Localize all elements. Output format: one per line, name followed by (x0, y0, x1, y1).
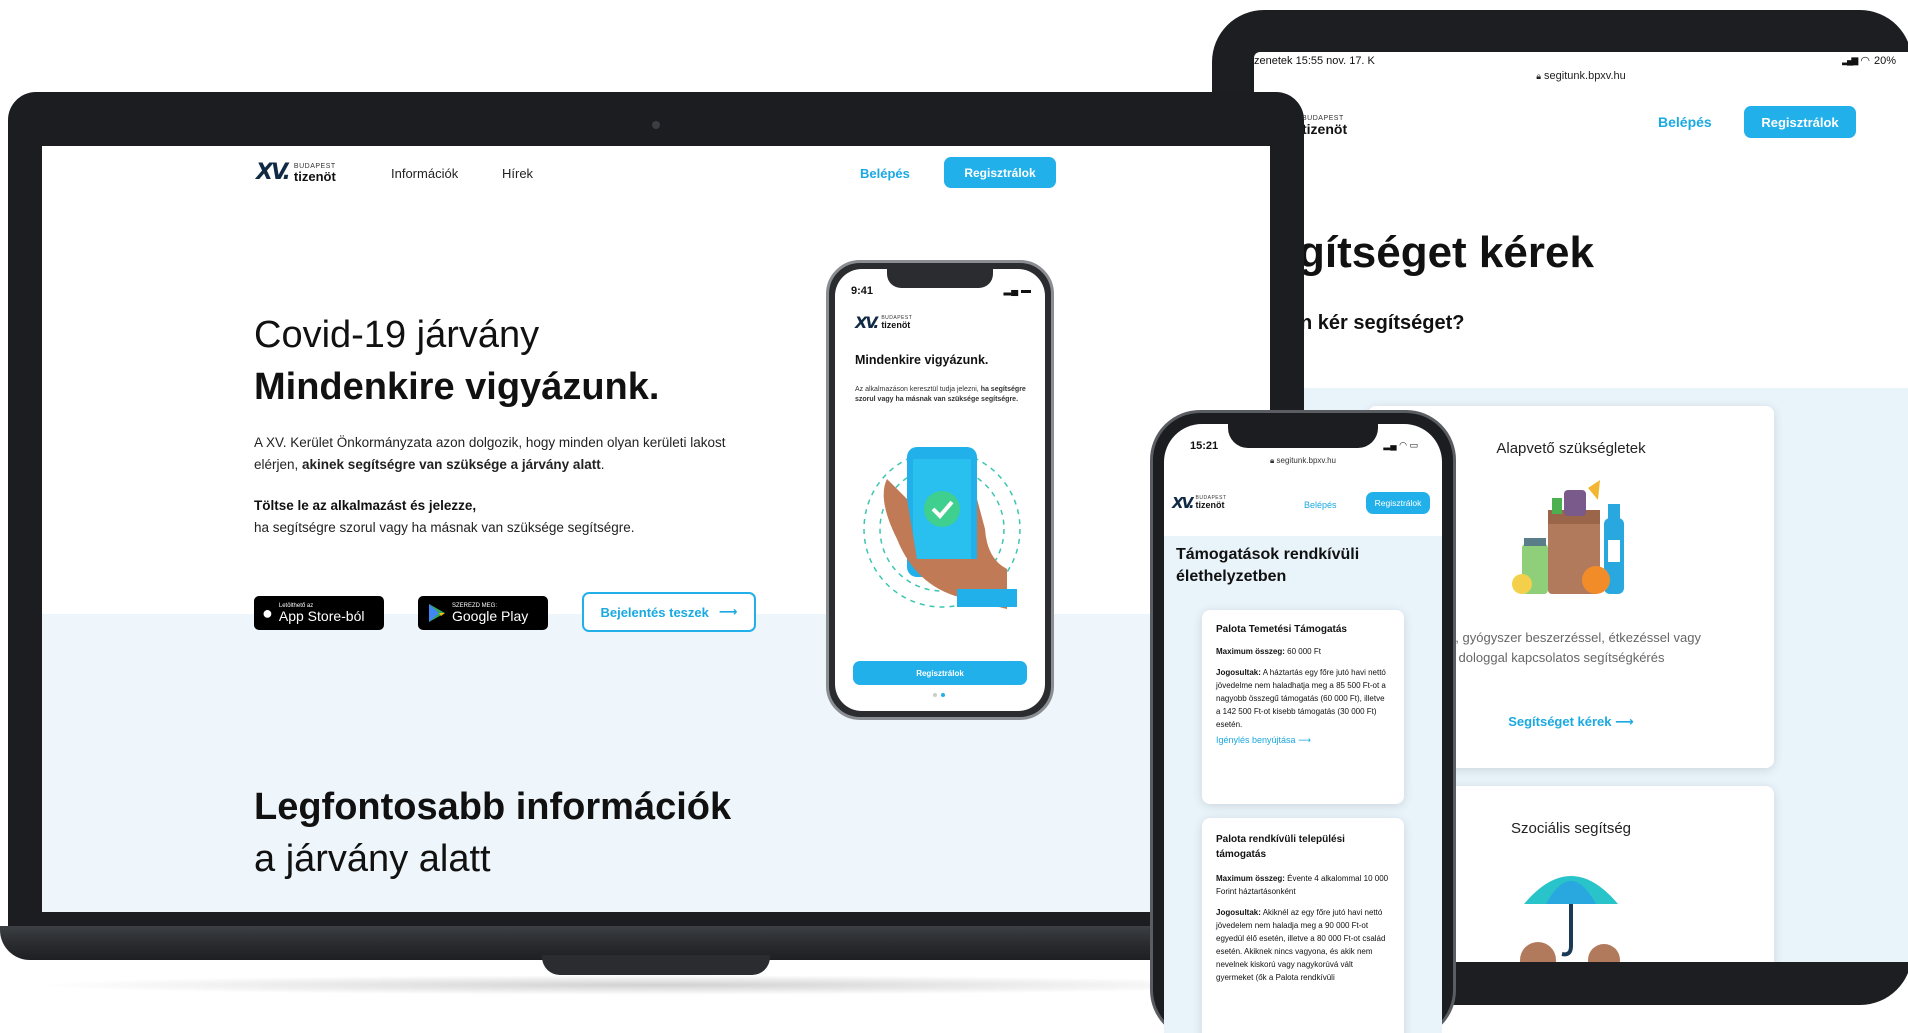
card-title: Palota Temetési Támogatás (1216, 624, 1347, 635)
phone-register-button[interactable]: Regisztrálok (853, 661, 1027, 685)
login-link[interactable]: Belépés (860, 166, 910, 181)
laptop-screen: XV. BUDAPEST tizenöt Információk Hírek B… (42, 146, 1270, 912)
hero-cta-text: ha segítségre szorul vagy ha másnak van … (254, 520, 635, 535)
phone-url-bar[interactable]: 🔒︎ segitunk.bpxv.hu (1164, 456, 1442, 466)
support-card-extraordinary[interactable]: Palota rendkívüli települési támogatás M… (1202, 818, 1404, 1033)
laptop-shadow (30, 975, 1280, 995)
battery-icon: ▂▄ ◠ ▭ (1383, 440, 1418, 450)
apple-icon: ● (262, 602, 273, 623)
phone-logo[interactable]: XV. BUDAPEST tizenöt (1172, 494, 1227, 512)
phone-large-notch (1228, 422, 1378, 448)
phone-time: 15:21 (1190, 440, 1219, 452)
app-store-button[interactable]: ● Letölthető az App Store-ból (254, 596, 384, 630)
battery-icon: ▂▄ ▬ (1003, 285, 1031, 296)
signal-icon: ▂▄▆ (1842, 55, 1858, 65)
info-section-subtitle: a járvány alatt (254, 838, 491, 880)
submit-claim-link[interactable]: Igénylés benyújtása ⟶ (1216, 735, 1390, 746)
support-card-funeral[interactable]: Palota Temetési Támogatás Maximum összeg… (1202, 610, 1404, 804)
laptop-hinge (542, 955, 770, 975)
info-section-title: Legfontosabb információk (254, 786, 732, 828)
laptop-logo[interactable]: XV. BUDAPEST tizenöt (256, 160, 336, 185)
arrow-right-icon: ⟶ (1298, 735, 1311, 745)
battery-level: 20% (1873, 54, 1896, 67)
nav-item-news[interactable]: Hírek (502, 166, 533, 181)
wifi-icon: ◠ (1860, 55, 1870, 67)
register-button[interactable]: Regisztrálok (944, 157, 1056, 188)
google-play-icon (429, 604, 445, 622)
phone-time: 9:41 (851, 285, 874, 297)
logo-mark: XV. (256, 160, 291, 185)
phone-large-screen: 15:21 ▂▄ ◠ ▭ 🔒︎ segitunk.bpxv.hu XV. BUD… (1164, 424, 1442, 1033)
phone-register-button[interactable]: Regisztrálok (1366, 492, 1430, 514)
phone-heading: Mindenkire vigyázunk. (855, 353, 989, 367)
tablet-status-left: zenetek 15:55 nov. 17. K (1254, 55, 1375, 67)
lock-icon: 🔒︎ (1270, 456, 1275, 465)
phone-logo: XV. BUDAPEST tizenöt (855, 313, 913, 332)
phone-login-link[interactable]: Belépés (1304, 500, 1337, 510)
hand-phone-check-icon (863, 447, 1021, 609)
umbrella-icon (1520, 876, 1620, 962)
phone-small-screen: 9:41 ▂▄ ▬ XV. BUDAPEST tizenöt Mindenkire… (835, 269, 1045, 711)
phone-heading: Támogatások rendkívüli élethelyzetben (1176, 546, 1360, 585)
hero-cta-bold: Töltse le az alkalmazást és jelezze, (254, 498, 477, 513)
hero-title-light: Covid-19 járvány (254, 314, 540, 356)
arrow-right-icon: ⟶ (718, 604, 738, 619)
report-button[interactable]: Bejelentés teszek ⟶ (582, 592, 756, 632)
arrow-right-icon: ⟶ (1615, 714, 1634, 729)
pagination-dots (933, 693, 945, 697)
tablet-register-button[interactable]: Regisztrálok (1744, 106, 1856, 138)
tablet-url-bar[interactable]: 🔒︎ segitunk.bpxv.hu (1254, 70, 1908, 82)
hero-title-bold: Mindenkire vigyázunk. (254, 366, 660, 408)
tablet-url: segitunk.bpxv.hu (1544, 70, 1626, 82)
phone-small-notch (887, 268, 993, 288)
tablet-subheading: n kér segítséget? (1300, 312, 1465, 334)
tablet-heading: gítséget kérek (1298, 228, 1594, 277)
nav-item-information[interactable]: Információk (391, 166, 458, 181)
laptop-band (42, 614, 1270, 912)
grocery-bag-icon (1512, 480, 1624, 594)
tablet-logo[interactable]: XV. BUDAPEST tizenöt (1258, 110, 1347, 140)
hero-paragraph: A XV. Kerület Önkormányzata azon dolgozi… (254, 435, 726, 472)
lock-icon: 🔒︎ (1536, 71, 1541, 81)
webcam-icon (652, 121, 660, 129)
google-play-button[interactable]: SZEREZD MEG: Google Play (418, 596, 548, 630)
phone-text: Az alkalmazáson keresztül tudja jelezni,… (855, 386, 1026, 403)
tablet-login-link[interactable]: Belépés (1658, 114, 1712, 130)
card-title: Palota rendkívüli települési támogatás (1216, 834, 1345, 860)
